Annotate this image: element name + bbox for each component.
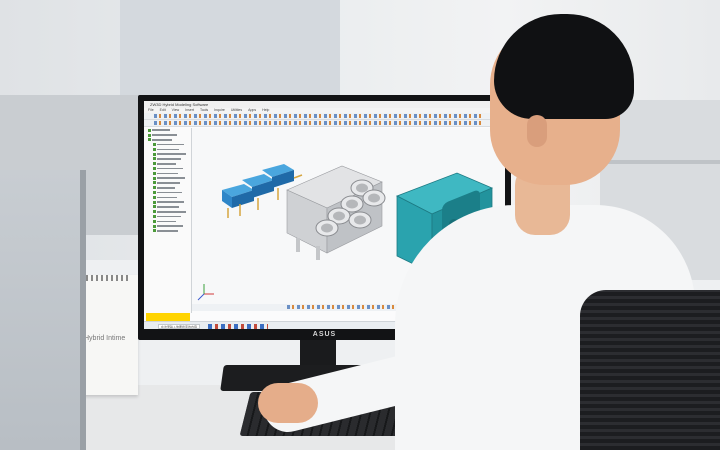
feature-icon: [153, 167, 156, 171]
taskbar-search-input[interactable]: 在这里输入你要搜索的内容: [158, 323, 200, 329]
tree-row-label: [157, 187, 175, 189]
tree-row-label: [157, 143, 184, 146]
tree-row-label: [157, 172, 178, 175]
tree-row-label: [152, 139, 172, 141]
menu-item[interactable]: Insert: [185, 108, 194, 112]
tree-row-label: [157, 158, 181, 160]
person-hand: [258, 383, 318, 423]
feature-icon: [153, 147, 156, 151]
tree-row-label: [157, 148, 179, 151]
cad-toolbar-top[interactable]: [144, 113, 505, 120]
feature-icon: [153, 176, 156, 180]
feature-icon: [153, 219, 156, 223]
feature-icon: [153, 186, 156, 190]
tree-row-label: [157, 215, 181, 218]
tree-row-label: [157, 225, 183, 227]
tree-row-label: [157, 177, 185, 179]
tree-row-label: [157, 182, 180, 184]
tree-row-label: [157, 201, 184, 203]
calendar-rings: [86, 275, 130, 281]
toolbar-icons[interactable]: [154, 114, 484, 118]
tree-row-label: [157, 167, 183, 170]
tree-row-label: [157, 220, 176, 223]
feature-tree[interactable]: [144, 128, 192, 313]
feature-icon: [153, 210, 156, 214]
cad-title-bar: ZW3D Hybrid Modeling Software: [144, 101, 505, 108]
office-scene: Hybrid Intime ZW3D Hybrid Modeling Softw…: [0, 0, 720, 450]
grey-housing-part: [286, 165, 386, 260]
feature-icon: [153, 171, 156, 175]
tree-row-label: [157, 153, 186, 155]
menu-item[interactable]: Apps: [248, 108, 256, 112]
feature-icon: [153, 229, 156, 233]
feature-icon: [153, 152, 156, 156]
menu-item[interactable]: File: [148, 108, 154, 112]
feature-icon: [153, 162, 156, 166]
tree-row-label: [152, 134, 177, 136]
menu-item[interactable]: View: [172, 108, 180, 112]
tree-row[interactable]: [153, 229, 191, 234]
feature-icon: [153, 200, 156, 204]
menu-item[interactable]: Help: [262, 108, 269, 112]
feature-icon: [153, 157, 156, 161]
tree-row-label: [157, 196, 177, 199]
tree-row-label: [157, 230, 178, 232]
office-chair: [580, 290, 720, 450]
feature-icon: [153, 143, 156, 147]
feature-icon: [148, 133, 151, 137]
tree-row-label: [152, 129, 170, 131]
menu-item[interactable]: Inquire: [214, 108, 225, 112]
status-sticker: [146, 313, 190, 321]
calendar-brand: Hybrid Intime: [84, 335, 126, 342]
person-ear: [527, 115, 547, 147]
toolbar-icons[interactable]: [154, 121, 484, 125]
feature-icon: [153, 195, 156, 199]
tree-row-label: [157, 211, 186, 213]
tree-row-label: [157, 163, 176, 165]
desk-calendar: Hybrid Intime: [78, 275, 138, 395]
feature-icon: [153, 205, 156, 209]
feature-icon: [148, 128, 151, 132]
feature-icon: [153, 224, 156, 228]
menu-item[interactable]: Utilities: [231, 108, 242, 112]
feature-icon: [153, 215, 156, 219]
tree-row-label: [157, 206, 179, 208]
glass-partition: [0, 170, 86, 450]
tree-row-label: [157, 191, 182, 194]
feature-icon: [153, 191, 156, 195]
feature-icon: [153, 181, 156, 185]
cad-toolbar-secondary[interactable]: [144, 120, 505, 127]
menu-item[interactable]: Tools: [200, 108, 208, 112]
axis-triad: [197, 284, 214, 301]
taskbar-app-icons[interactable]: [208, 323, 268, 329]
menu-item[interactable]: Edit: [160, 108, 166, 112]
feature-icon: [148, 138, 151, 142]
